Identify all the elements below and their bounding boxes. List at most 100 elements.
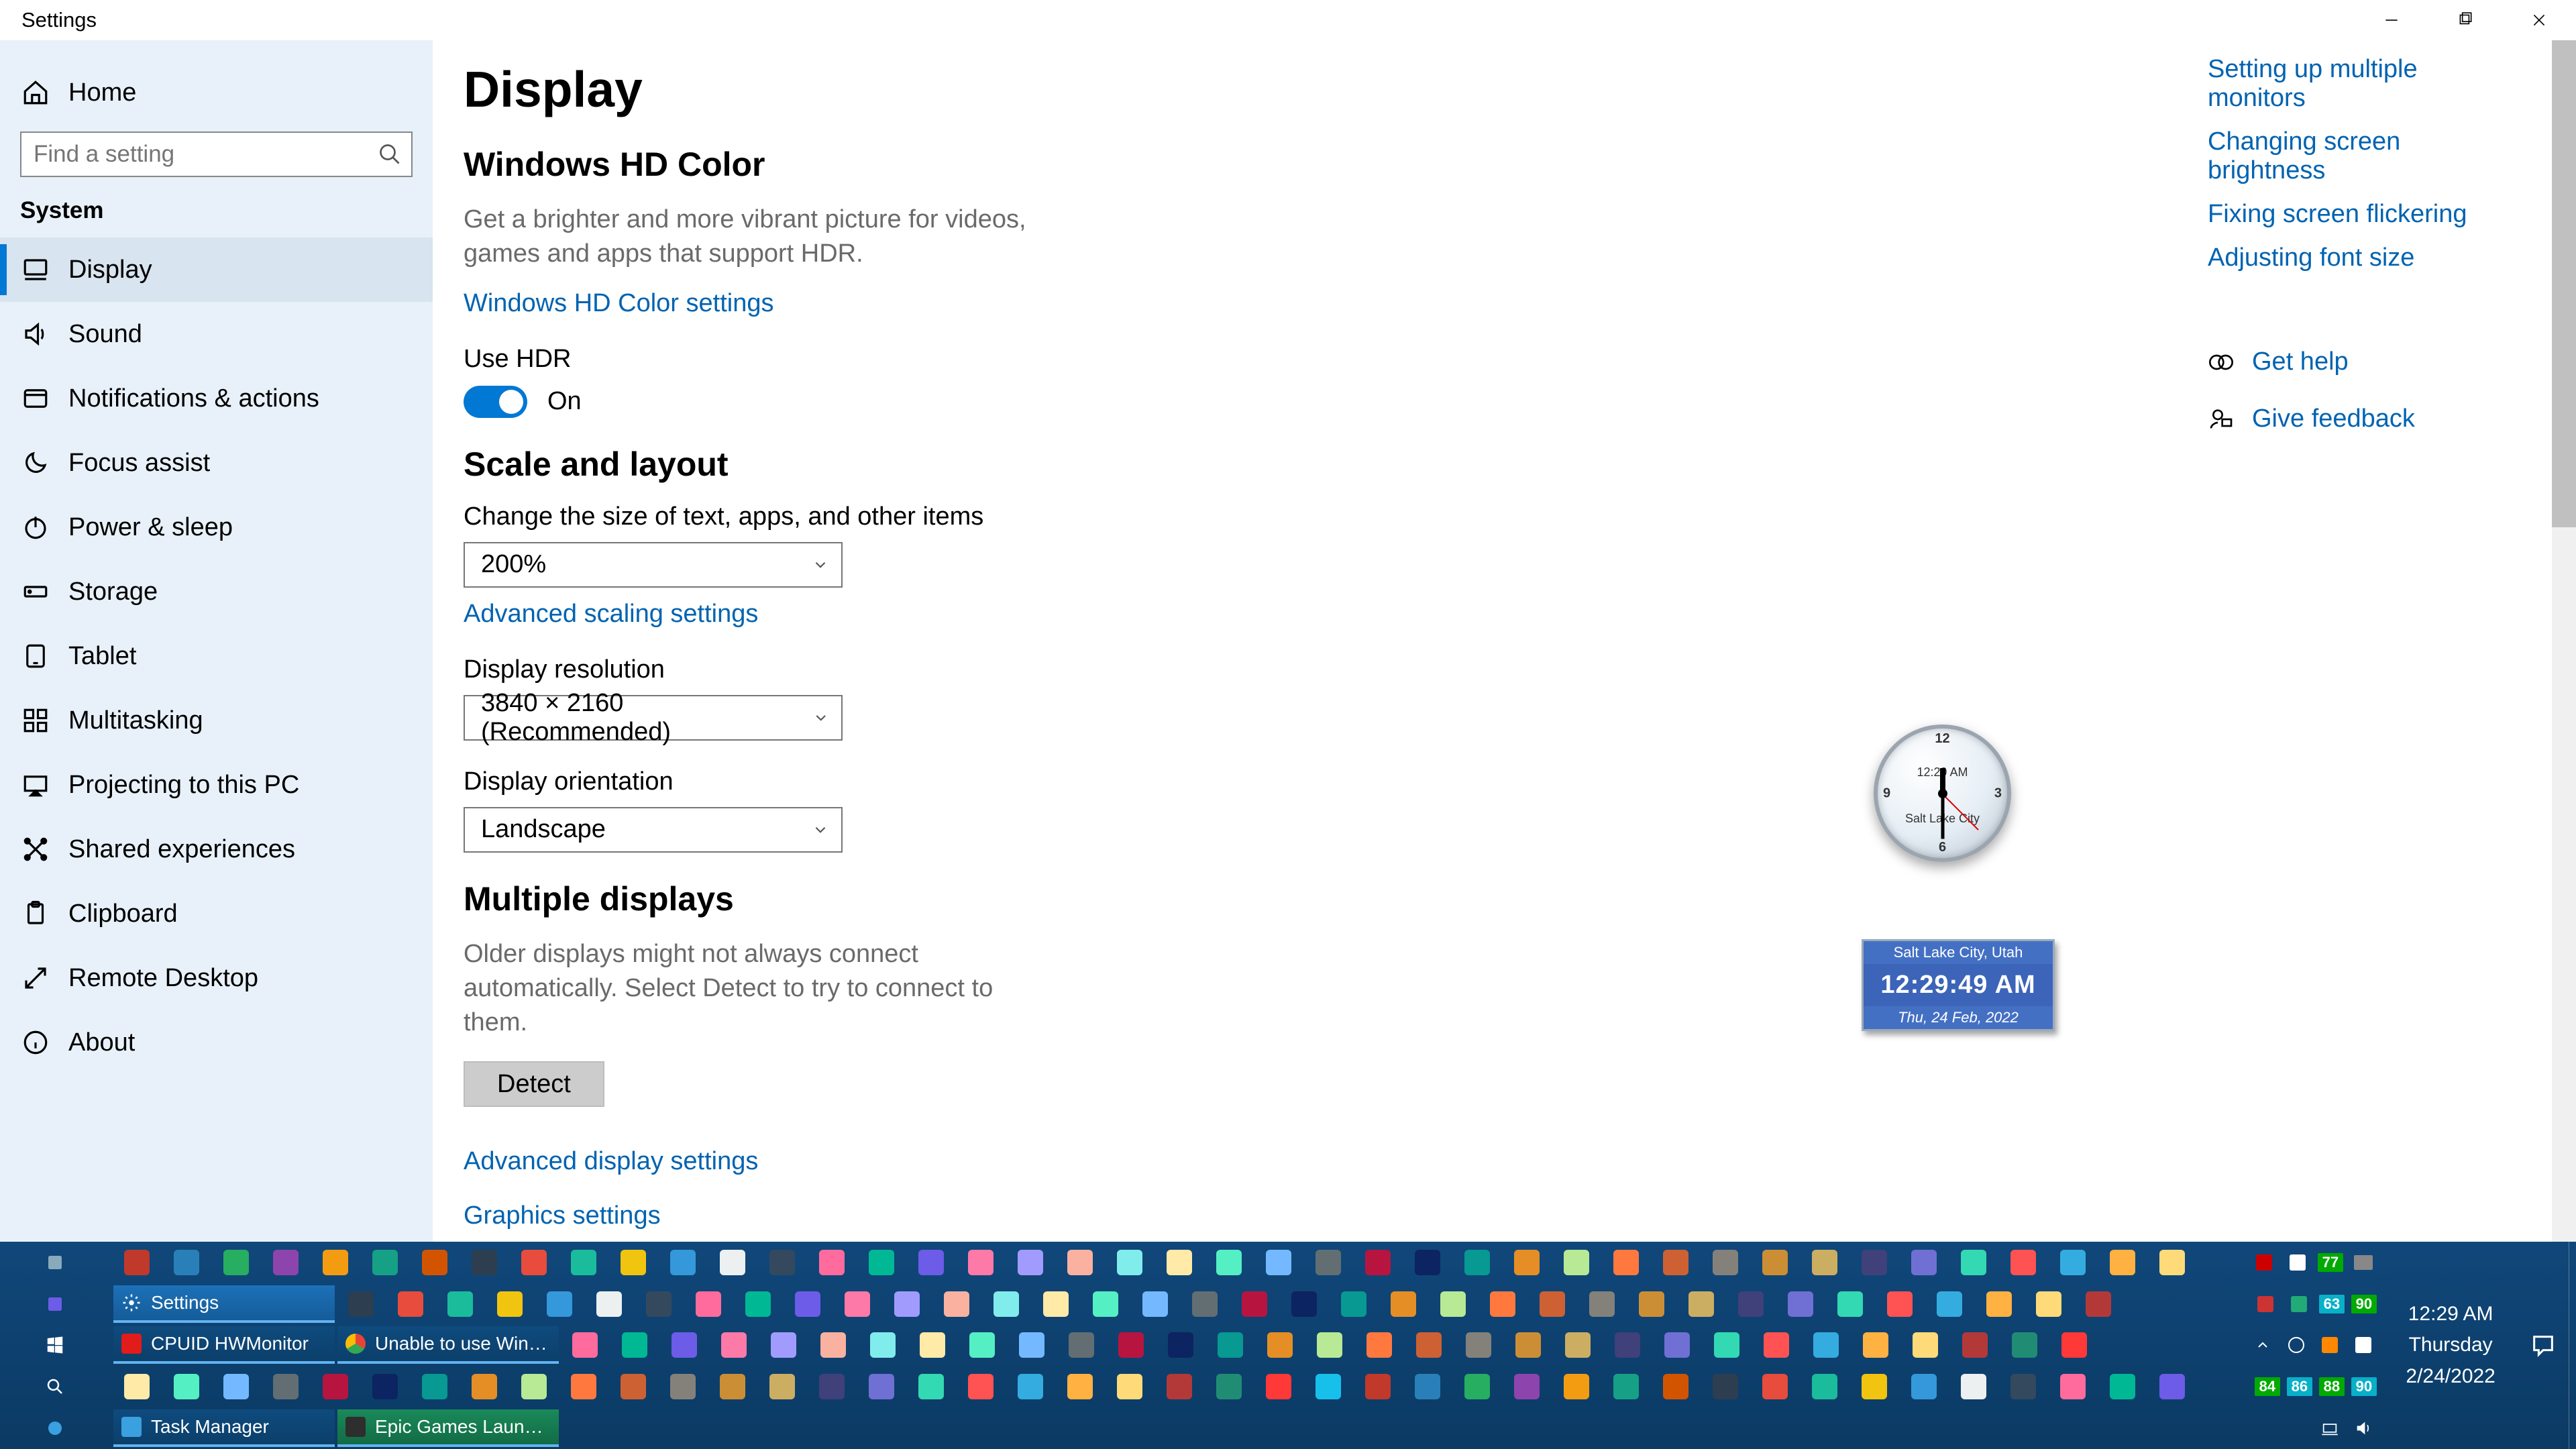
taskbar-pinned-icon[interactable]: [1380, 1285, 1427, 1323]
taskbar-pinned-icon[interactable]: [213, 1244, 260, 1281]
tray-icon[interactable]: [2252, 1291, 2279, 1318]
taskbar-pinned-icon[interactable]: [1156, 1244, 1203, 1281]
taskbar-pinned-icon[interactable]: [1753, 1326, 1800, 1364]
advanced-scaling-link[interactable]: Advanced scaling settings: [464, 600, 758, 629]
sidebar-home[interactable]: Home: [0, 60, 433, 125]
pin-generic[interactable]: [0, 1283, 109, 1325]
network-icon[interactable]: [2316, 1415, 2343, 1442]
taskbar-pinned-icon[interactable]: [437, 1285, 484, 1323]
taskbar-pinned-icon[interactable]: [933, 1285, 980, 1323]
taskbar-pinned-icon[interactable]: [661, 1326, 708, 1364]
taskbar-pinned-icon[interactable]: [163, 1244, 210, 1281]
taskbar-pinned-icon[interactable]: [760, 1326, 807, 1364]
taskbar-pinned-icon[interactable]: [1851, 1244, 1898, 1281]
taskbar-pinned-icon[interactable]: [1529, 1285, 1576, 1323]
help-link-brightness[interactable]: Changing screen brightness: [2208, 127, 2489, 185]
tray-temp-badge[interactable]: 90: [2351, 1377, 2377, 1396]
taskbar-pinned-icon[interactable]: [810, 1326, 857, 1364]
taskbar-pinned-icon[interactable]: [2099, 1244, 2146, 1281]
taskbar-pinned-icon[interactable]: [1604, 1326, 1651, 1364]
tray-icon[interactable]: [2283, 1332, 2310, 1358]
give-feedback-link[interactable]: Give feedback: [2208, 405, 2489, 433]
tray-icon[interactable]: [2350, 1332, 2377, 1358]
taskbar-pinned-icon[interactable]: [1108, 1326, 1155, 1364]
taskbar-pinned-icon[interactable]: [2025, 1285, 2072, 1323]
taskbar-pinned-icon[interactable]: [486, 1285, 533, 1323]
taskbar-pinned-icon[interactable]: [1752, 1244, 1799, 1281]
taskbar-pinned-icon[interactable]: [1801, 1244, 1848, 1281]
search-box[interactable]: [20, 131, 413, 177]
sidebar-item-sound[interactable]: Sound: [0, 302, 433, 366]
taskbar-pinned-icon[interactable]: [1305, 1244, 1352, 1281]
taskbar-pinned-icon[interactable]: [262, 1368, 309, 1405]
taskbar-pinned-icon[interactable]: [536, 1285, 583, 1323]
taskbar-pinned-icon[interactable]: [957, 1244, 1004, 1281]
taskbar-pinned-icon[interactable]: [1057, 1244, 1104, 1281]
taskbar-pinned-icon[interactable]: [858, 1244, 905, 1281]
start-button[interactable]: [0, 1325, 109, 1366]
maximize-button[interactable]: [2428, 0, 2502, 40]
taskbar-pinned-icon[interactable]: [1902, 1326, 1949, 1364]
taskbar-pinned-icon[interactable]: [1430, 1285, 1477, 1323]
tray-temp-badge[interactable]: 84: [2255, 1377, 2280, 1396]
taskbar-pinned-icon[interactable]: [1654, 1326, 1701, 1364]
sidebar-item-notifications[interactable]: Notifications & actions: [0, 366, 433, 431]
taskbar-pinned-icon[interactable]: [1454, 1244, 1501, 1281]
taskbar-pinned-icon[interactable]: [1082, 1285, 1129, 1323]
taskbar-pinned-icon[interactable]: [362, 1368, 409, 1405]
taskbar-pinned-icon[interactable]: [1255, 1368, 1302, 1405]
taskbar-pinned-icon[interactable]: [1256, 1326, 1303, 1364]
taskbar-pinned-icon[interactable]: [909, 1326, 956, 1364]
tray-temp-badge[interactable]: 86: [2287, 1377, 2312, 1396]
taskbar-pinned-icon[interactable]: [2075, 1285, 2122, 1323]
taskbar-pinned-icon[interactable]: [1007, 1244, 1054, 1281]
show-desktop-button[interactable]: [2569, 1242, 2576, 1449]
sidebar-item-about[interactable]: About: [0, 1010, 433, 1075]
taskbar-pinned-icon[interactable]: [312, 1244, 359, 1281]
taskbar-pinned-icon[interactable]: [2001, 1326, 2048, 1364]
taskbar-pinned-icon[interactable]: [659, 1368, 706, 1405]
taskbar-pinned-icon[interactable]: [2149, 1368, 2196, 1405]
tray-temp-badge[interactable]: 88: [2319, 1377, 2345, 1396]
taskbar-pinned-icon[interactable]: [2051, 1326, 2098, 1364]
taskbar-pinned-icon[interactable]: [1678, 1285, 1725, 1323]
taskbar-pinned-icon[interactable]: [1603, 1244, 1650, 1281]
taskbar-pinned-icon[interactable]: [1231, 1285, 1278, 1323]
digital-clock-gadget[interactable]: Salt Lake City, Utah 12:29:49 AM Thu, 24…: [1862, 939, 2055, 1031]
taskbar-pinned-icon[interactable]: [461, 1244, 508, 1281]
tray-icon[interactable]: [2251, 1249, 2277, 1276]
taskbar-pinned-icon[interactable]: [685, 1285, 732, 1323]
taskbar-pinned-icon[interactable]: [2000, 1368, 2047, 1405]
taskbar-pinned-icon[interactable]: [1702, 1368, 1749, 1405]
pin-generic[interactable]: [0, 1242, 109, 1283]
taskbar-pinned-icon[interactable]: [411, 1244, 458, 1281]
taskbar-pinned-icon[interactable]: [1950, 1368, 1997, 1405]
taskbar-pinned-icon[interactable]: [2049, 1368, 2096, 1405]
taskbar-pinned-icon[interactable]: [635, 1285, 682, 1323]
analog-clock-gadget[interactable]: 12 3 6 9 12:29 AM Salt Lake City: [1874, 724, 2011, 862]
taskbar-app-hwmonitor[interactable]: CPUID HWMonitor: [113, 1326, 335, 1364]
taskbar-pinned-icon[interactable]: [709, 1368, 756, 1405]
taskbar-pinned-icon[interactable]: [1306, 1326, 1353, 1364]
tray-icon[interactable]: [2286, 1291, 2312, 1318]
scrollbar[interactable]: [2552, 40, 2576, 1257]
taskbar-pinned-icon[interactable]: [710, 1326, 757, 1364]
sidebar-item-power-sleep[interactable]: Power & sleep: [0, 495, 433, 559]
action-center-button[interactable]: [2518, 1242, 2569, 1449]
taskbar-pinned-icon[interactable]: [1455, 1326, 1502, 1364]
taskbar-pinned-icon[interactable]: [1703, 1326, 1750, 1364]
taskbar-pinned-icon[interactable]: [1554, 1326, 1601, 1364]
taskbar-pinned-icon[interactable]: [784, 1285, 831, 1323]
help-link-fontsize[interactable]: Adjusting font size: [2208, 244, 2489, 272]
close-button[interactable]: [2502, 0, 2576, 40]
sidebar-item-remote-desktop[interactable]: Remote Desktop: [0, 946, 433, 1010]
taskbar-pinned-icon[interactable]: [1900, 1368, 1947, 1405]
hdr-toggle[interactable]: [464, 386, 527, 418]
taskbar-pinned-icon[interactable]: [1851, 1368, 1898, 1405]
taskbar-pinned-icon[interactable]: [1801, 1368, 1848, 1405]
taskbar-pinned-icon[interactable]: [1926, 1285, 1973, 1323]
taskbar-app-settings[interactable]: Settings: [113, 1285, 335, 1323]
taskbar-pinned-icon[interactable]: [2149, 1244, 2196, 1281]
taskbar-pinned-icon[interactable]: [1503, 1244, 1550, 1281]
taskbar-pinned-icon[interactable]: [1503, 1368, 1550, 1405]
